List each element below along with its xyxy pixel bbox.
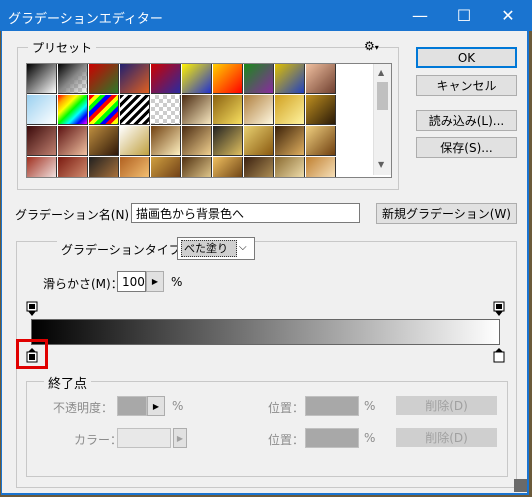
- gradient-name-input[interactable]: 描画色から背景色へ: [131, 203, 360, 223]
- chevron-right-icon: ▶: [151, 277, 159, 286]
- maximize-button[interactable]: ☐: [442, 0, 486, 31]
- opacity-label: 不透明度：: [53, 401, 114, 415]
- preset-swatch[interactable]: [120, 157, 150, 177]
- preset-swatch[interactable]: [151, 95, 181, 125]
- window-title: グラデーションエディター: [8, 12, 163, 27]
- preset-swatch[interactable]: [151, 64, 181, 94]
- preset-swatch[interactable]: [244, 95, 274, 125]
- preset-swatch[interactable]: [27, 64, 57, 94]
- title-bar: グラデーションエディター — ☐ ✕: [0, 0, 532, 31]
- preset-swatch[interactable]: [182, 126, 212, 156]
- minimize-icon: —: [412, 6, 428, 25]
- preset-menu-button[interactable]: ⚙▾: [364, 39, 379, 53]
- gradient-name-label: グラデーション名(N)：: [15, 208, 142, 222]
- smoothness-input[interactable]: 100: [117, 271, 146, 292]
- close-icon: ✕: [501, 6, 515, 25]
- preset-swatch[interactable]: [151, 157, 181, 177]
- preset-grid[interactable]: ▲ ▼: [26, 63, 392, 178]
- preset-swatch[interactable]: [275, 157, 305, 177]
- new-gradient-button[interactable]: 新規グラデーション(W): [376, 203, 517, 224]
- preset-swatch[interactable]: [89, 64, 119, 94]
- preset-swatch[interactable]: [89, 95, 119, 125]
- preset-swatch[interactable]: [27, 126, 57, 156]
- chevron-right-icon: ▶: [176, 433, 184, 443]
- preset-swatch[interactable]: [275, 126, 305, 156]
- color-location-label: 位置：: [268, 433, 305, 447]
- preset-swatch[interactable]: [306, 95, 336, 125]
- chevron-up-icon[interactable]: ▲: [378, 68, 384, 77]
- preset-swatch[interactable]: [120, 95, 150, 125]
- opacity-slider-button[interactable]: ▶: [147, 396, 165, 416]
- smoothness-label: 滑らかさ(M)：: [43, 277, 123, 291]
- preset-swatch[interactable]: [275, 95, 305, 125]
- stops-label: 終了点: [44, 373, 92, 392]
- color-stop-right[interactable]: [493, 347, 505, 363]
- preset-swatch[interactable]: [182, 157, 212, 177]
- load-button[interactable]: 読み込み(L)...: [416, 110, 517, 131]
- preset-swatch[interactable]: [306, 126, 336, 156]
- preset-scrollbar[interactable]: ▲ ▼: [373, 64, 391, 175]
- gradient-preview-bar[interactable]: [31, 319, 500, 345]
- opacity-delete-button[interactable]: 削除(D): [396, 396, 497, 415]
- preset-swatch[interactable]: [275, 64, 305, 94]
- preset-swatch[interactable]: [89, 157, 119, 177]
- preset-swatch[interactable]: [58, 126, 88, 156]
- preset-swatch[interactable]: [58, 157, 88, 177]
- preset-swatch[interactable]: [244, 157, 274, 177]
- preset-swatch[interactable]: [306, 64, 336, 94]
- color-stop-left[interactable]: [26, 347, 38, 363]
- preset-swatch[interactable]: [182, 95, 212, 125]
- gradient-type-select[interactable]: べた塗り ⌵: [177, 237, 255, 260]
- resize-grip-icon[interactable]: [514, 479, 527, 492]
- opacity-percent: %: [172, 399, 184, 413]
- chevron-down-icon[interactable]: ▼: [378, 160, 384, 169]
- color-picker-button[interactable]: ▶: [173, 428, 187, 448]
- color-location-input[interactable]: [305, 428, 359, 448]
- smoothness-percent: %: [171, 275, 183, 289]
- close-button[interactable]: ✕: [486, 0, 530, 31]
- preset-swatch[interactable]: [244, 64, 274, 94]
- save-button[interactable]: 保存(S)...: [416, 137, 517, 158]
- chevron-down-icon: ▾: [374, 43, 379, 52]
- preset-swatch[interactable]: [120, 126, 150, 156]
- preset-swatch[interactable]: [244, 126, 274, 156]
- presets-label: プリセット: [28, 39, 97, 56]
- opacity-location-percent: %: [364, 399, 376, 413]
- preset-swatch[interactable]: [27, 95, 57, 125]
- preset-swatch[interactable]: [151, 126, 181, 156]
- gradient-type-value: べた塗り: [181, 240, 237, 257]
- opacity-stop-left[interactable]: [26, 301, 38, 317]
- smoothness-slider-button[interactable]: ▶: [146, 271, 164, 292]
- color-location-percent: %: [364, 431, 376, 445]
- maximize-icon: ☐: [456, 6, 472, 25]
- color-swatch[interactable]: [117, 428, 171, 448]
- preset-swatch[interactable]: [120, 64, 150, 94]
- opacity-stop-right[interactable]: [493, 301, 505, 317]
- preset-swatch[interactable]: [58, 64, 88, 94]
- minimize-button[interactable]: —: [398, 0, 442, 31]
- cancel-button[interactable]: キャンセル: [416, 75, 517, 96]
- preset-swatch[interactable]: [213, 126, 243, 156]
- color-label: カラー：: [74, 433, 123, 447]
- preset-swatch[interactable]: [213, 64, 243, 94]
- gear-icon: ⚙: [364, 39, 375, 53]
- scrollbar-thumb[interactable]: [377, 82, 388, 110]
- opacity-location-label: 位置：: [268, 401, 305, 415]
- gradient-editor-dialog: プリセット ⚙▾ ▲ ▼ OK キャンセル 読み込み(L)... 保存(S)..…: [1, 31, 529, 495]
- preset-swatch[interactable]: [213, 157, 243, 177]
- preset-swatch[interactable]: [58, 95, 88, 125]
- ok-button[interactable]: OK: [416, 47, 517, 68]
- opacity-location-input[interactable]: [305, 396, 359, 416]
- preset-swatch[interactable]: [213, 95, 243, 125]
- preset-swatch[interactable]: [182, 64, 212, 94]
- chevron-down-icon: ⌵: [239, 242, 247, 253]
- chevron-right-icon: ▶: [152, 401, 160, 411]
- preset-swatch[interactable]: [27, 157, 57, 177]
- preset-swatch[interactable]: [89, 126, 119, 156]
- color-delete-button[interactable]: 削除(D): [396, 428, 497, 447]
- opacity-input[interactable]: [117, 396, 147, 416]
- preset-swatch[interactable]: [306, 157, 336, 177]
